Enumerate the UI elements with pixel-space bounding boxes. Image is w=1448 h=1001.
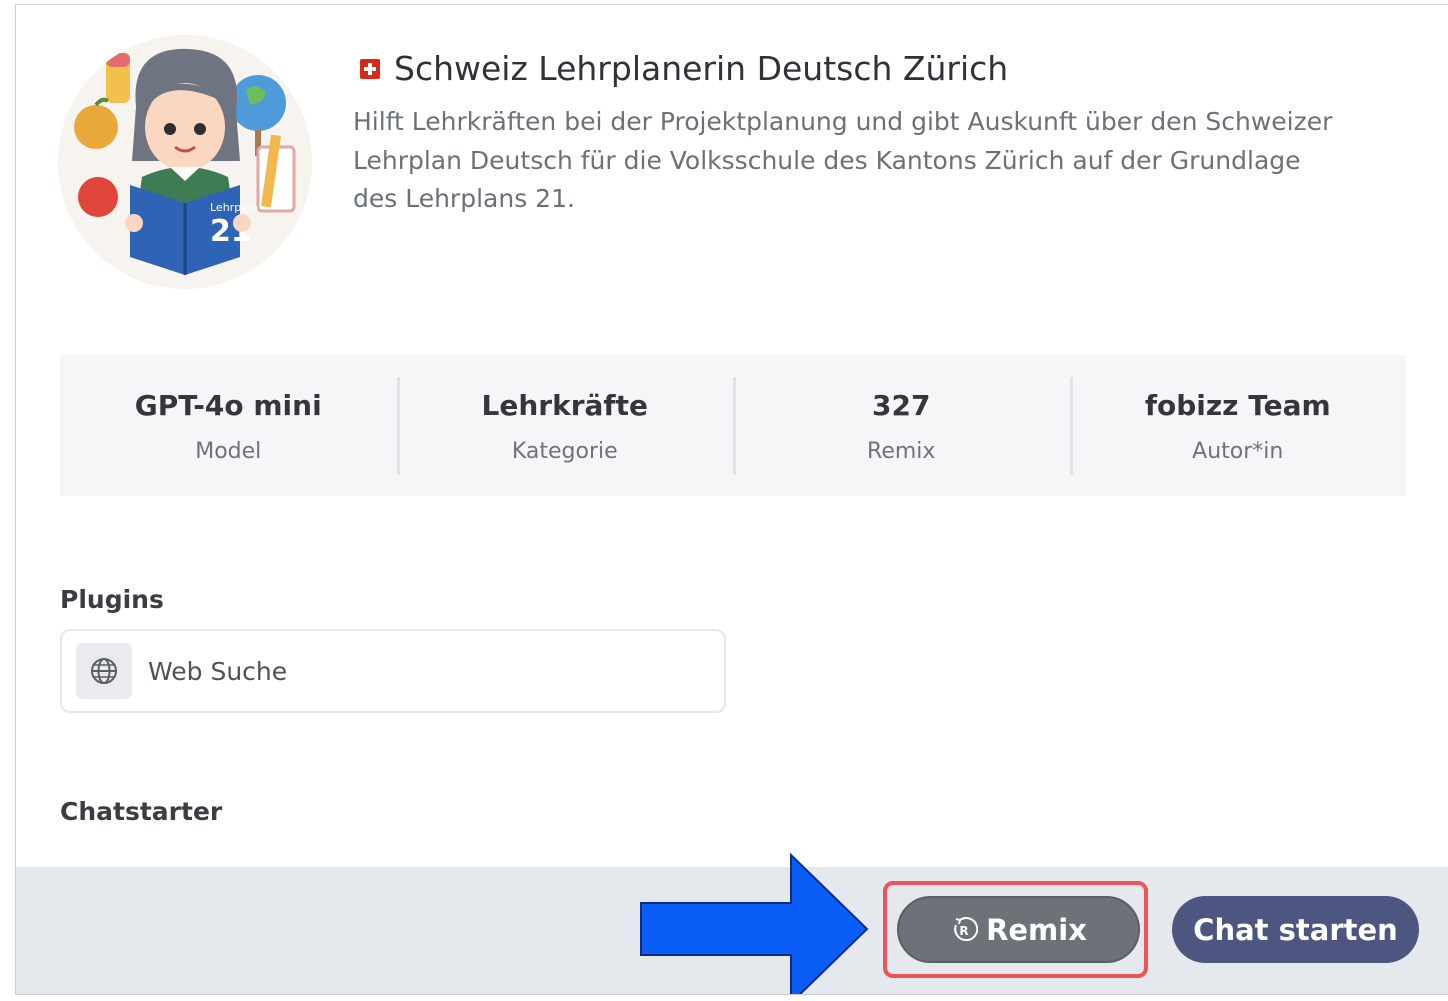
- gpt-title-row: Schweiz Lehrplanerin Deutsch Zürich: [360, 49, 1008, 88]
- plugin-web-search[interactable]: Web Suche: [60, 629, 726, 713]
- stat-value: GPT-4o mini: [134, 389, 322, 422]
- stat-label: Remix: [867, 439, 936, 464]
- chatstarter-heading: Chatstarter: [60, 797, 223, 826]
- remix-icon: R: [954, 916, 979, 941]
- stat-model: GPT-4o mini Model: [60, 355, 397, 496]
- stat-remix-count: 327 Remix: [733, 355, 1070, 496]
- avatar-book-label: Lehrplan: [210, 201, 258, 214]
- swiss-flag-icon: [360, 58, 380, 79]
- chat-start-button[interactable]: Chat starten: [1172, 896, 1419, 963]
- stat-label: Kategorie: [511, 439, 618, 464]
- gpt-description: Hilft Lehrkräften bei der Projektplanung…: [353, 107, 1333, 213]
- stat-value: Lehrkräfte: [481, 389, 648, 422]
- stats-bar: GPT-4o mini Model Lehrkräfte Kategorie 3…: [60, 355, 1406, 496]
- gpt-detail-panel: Lehrplan 21 Schweiz Lehrplanerin Deutsch…: [15, 4, 1448, 995]
- stat-value: fobizz Team: [1144, 389, 1331, 422]
- remix-button[interactable]: R Remix: [897, 896, 1140, 963]
- remix-button-label: Remix: [986, 912, 1087, 947]
- stat-label: Model: [195, 439, 262, 464]
- globe-icon: [76, 643, 132, 699]
- svg-text:R: R: [959, 924, 968, 938]
- stat-value: 327: [872, 389, 931, 422]
- gpt-avatar: Lehrplan 21: [58, 35, 312, 289]
- stat-author: fobizz Team Autor*in: [1069, 355, 1407, 496]
- plugins-heading: Plugins: [60, 585, 164, 614]
- arrow-pointer-icon: [639, 852, 871, 994]
- plugin-label: Web Suche: [148, 656, 288, 686]
- stat-category: Lehrkräfte Kategorie: [396, 355, 734, 496]
- stat-label: Autor*in: [1192, 439, 1284, 464]
- gpt-title: Schweiz Lehrplanerin Deutsch Zürich: [394, 49, 1009, 88]
